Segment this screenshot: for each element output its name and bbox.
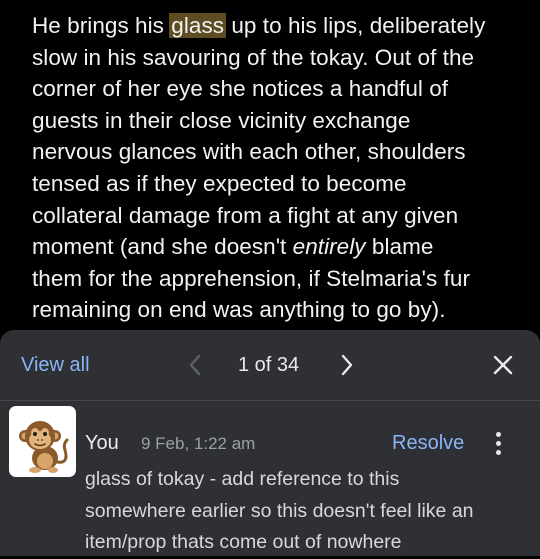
document-line: them for the apprehension, if Stelmaria'…	[32, 265, 471, 291]
document-view: He brings his glass up to his lips, deli…	[0, 0, 540, 340]
next-comment-button[interactable]	[332, 350, 362, 380]
monkey-avatar-icon	[19, 421, 69, 473]
document-line: guests in their close vicinity exchange	[32, 107, 411, 133]
comment-line: somewhere earlier so this doesn't feel l…	[85, 499, 474, 522]
view-all-link[interactable]: View all	[21, 354, 90, 376]
close-button[interactable]	[488, 350, 518, 380]
more-options-button[interactable]	[488, 428, 508, 458]
document-line: slow in his savouring of the tokay. Out …	[32, 44, 475, 70]
more-vert-icon	[495, 431, 501, 437]
commented-text-highlight[interactable]: glass	[169, 13, 227, 38]
document-line: He brings his glass up to his lips, deli…	[32, 10, 522, 42]
comment-counter: 1 of 34	[238, 354, 300, 376]
comment-author: You	[85, 432, 119, 454]
close-icon	[493, 355, 513, 375]
avatar[interactable]	[9, 406, 76, 477]
emphasized-text: entirely	[292, 234, 366, 260]
document-line: collateral damage from a fight at any gi…	[32, 202, 459, 228]
chevron-right-icon	[341, 354, 353, 376]
document-line: tensed as if they expected to become	[32, 170, 407, 196]
document-line: corner of her eye she notices a handful …	[32, 76, 449, 102]
comment-line: item/prop thats come out of nowhere	[85, 531, 402, 553]
document-line: nervous glances with each other, shoulde…	[32, 139, 466, 165]
text-run: He brings his	[32, 13, 171, 38]
more-vert-icon-dot	[495, 449, 501, 455]
text-run: blame	[365, 234, 434, 260]
text-run: up to his lips, deliberately	[225, 13, 486, 38]
more-vert-icon-dot	[495, 440, 501, 446]
document-text: He brings his glass up to his lips, deli…	[32, 10, 522, 326]
document-line: moment (and she doesn't entirely blame	[32, 231, 522, 263]
chevron-left-icon	[189, 354, 201, 376]
comment-toolbar: View all 1 of 34	[0, 330, 540, 400]
comment-panel: View all 1 of 34 You 9 Feb, 1:22 am Reso…	[0, 330, 540, 556]
comment-line: glass of tokay - add reference to this	[85, 468, 400, 490]
comment-body: glass of tokay - add reference to this s…	[85, 464, 525, 559]
text-run: moment (and she doesn't	[32, 234, 293, 260]
resolve-button[interactable]: Resolve	[392, 432, 464, 454]
document-line: remaining on end was anything to go by).	[32, 297, 446, 323]
previous-comment-button[interactable]	[180, 350, 210, 380]
comment-timestamp: 9 Feb, 1:22 am	[141, 434, 256, 453]
toolbar-divider	[0, 400, 540, 401]
